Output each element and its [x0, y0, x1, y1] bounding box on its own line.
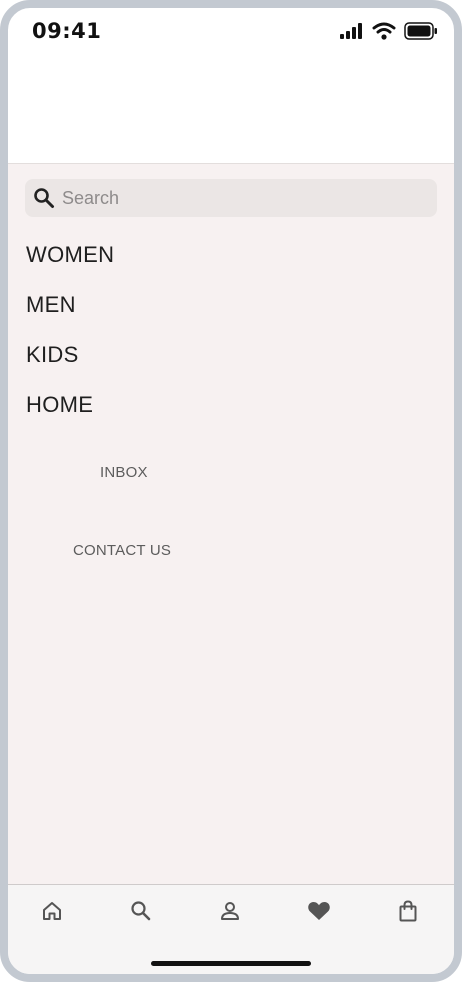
home-icon: [41, 900, 63, 927]
cellular-signal-icon: [340, 23, 364, 44]
search-icon: [33, 187, 55, 209]
status-bar: 09:41: [8, 8, 454, 56]
tab-bar: [8, 884, 454, 974]
search-icon: [130, 900, 152, 927]
search-bar[interactable]: [25, 179, 437, 217]
menu-panel: WOMEN MEN KIDS HOME INBOX CONTACT US: [8, 164, 454, 884]
wifi-icon: [372, 22, 396, 45]
search-input[interactable]: [62, 187, 422, 209]
home-indicator[interactable]: [151, 961, 311, 966]
tab-profile[interactable]: [210, 897, 250, 929]
inbox-link[interactable]: INBOX: [100, 464, 148, 481]
tab-home[interactable]: [32, 897, 72, 929]
shopping-bag-icon: [397, 899, 419, 927]
status-icons: [340, 22, 438, 45]
tab-search[interactable]: [121, 897, 161, 929]
contact-us-link[interactable]: CONTACT US: [73, 542, 171, 559]
category-women[interactable]: WOMEN: [26, 242, 114, 268]
category-kids[interactable]: KIDS: [26, 342, 79, 368]
phone-frame: 09:41 Search WOMEN MEN KIDS HOME INBOX C…: [0, 0, 462, 982]
category-home[interactable]: HOME: [26, 392, 93, 418]
tab-favorites[interactable]: [299, 897, 339, 929]
profile-icon: [219, 900, 241, 927]
header-area: [8, 56, 454, 164]
category-men[interactable]: MEN: [26, 292, 76, 318]
heart-icon: [307, 900, 331, 927]
status-time: 09:41: [32, 19, 102, 43]
battery-icon: [404, 22, 438, 45]
tab-bag[interactable]: [388, 897, 428, 929]
